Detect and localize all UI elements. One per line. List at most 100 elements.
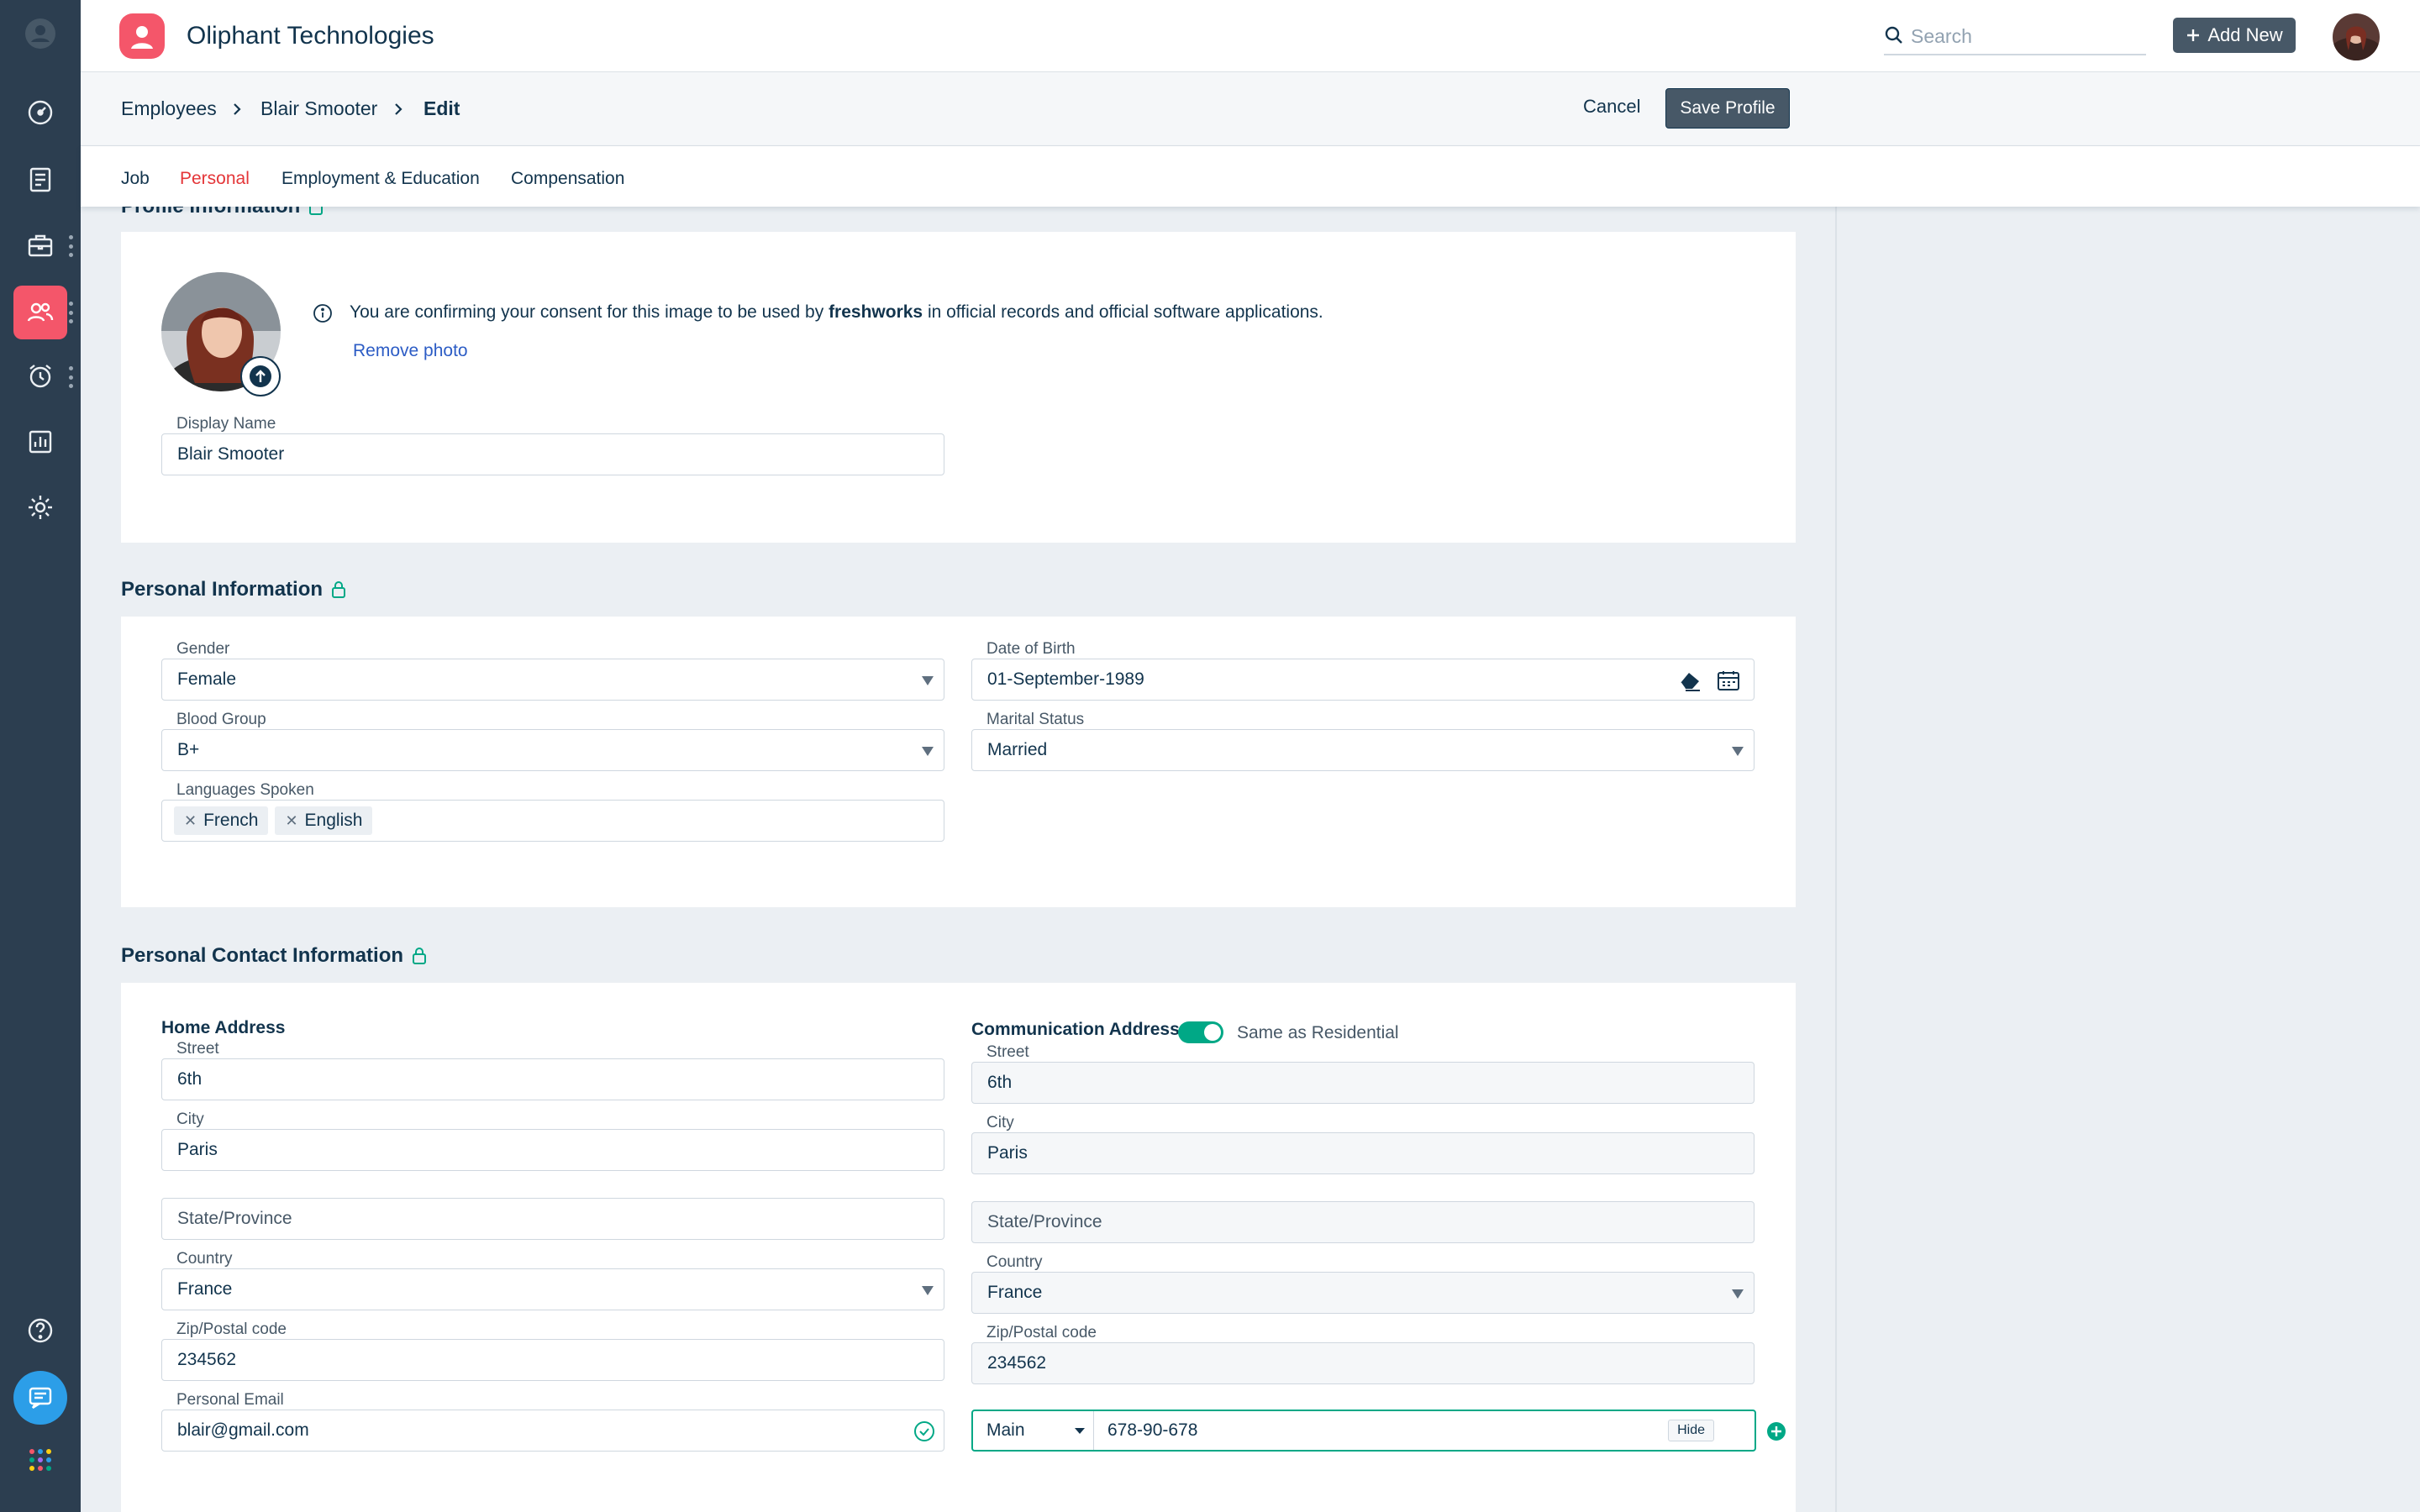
hide-phone-button[interactable]: Hide [1668, 1420, 1714, 1441]
search-box[interactable] [1884, 18, 2146, 55]
plus-icon [2187, 29, 2200, 41]
company-name: Oliphant Technologies [187, 22, 434, 50]
employees-more-icon[interactable] [67, 302, 74, 323]
main-content[interactable]: Profile Information You are confirming y… [81, 207, 1835, 1512]
eraser-icon[interactable] [1678, 669, 1702, 691]
gender-label: Gender [175, 640, 232, 659]
contact-section-title: Personal Contact Information [121, 944, 427, 968]
remove-photo-link[interactable]: Remove photo [353, 341, 468, 361]
search-input[interactable] [1911, 24, 2138, 49]
home-street-input[interactable]: 6th [161, 1058, 944, 1100]
language-chip: ✕ French [174, 806, 269, 835]
tab-job[interactable]: Job [121, 169, 150, 189]
upload-icon [250, 365, 271, 387]
home-country-label: Country [175, 1250, 234, 1268]
user-avatar[interactable] [2333, 13, 2380, 60]
dob-input[interactable]: 01-September-1989 [971, 659, 1754, 701]
home-city-input[interactable]: Paris [161, 1129, 944, 1171]
tab-compensation[interactable]: Compensation [511, 169, 624, 189]
right-panel [1835, 207, 2420, 1512]
search-icon [1885, 26, 1902, 44]
phone-type-select[interactable]: Main [973, 1411, 1094, 1450]
breadcrumb-employee-name[interactable]: Blair Smooter [260, 97, 377, 120]
comm-zip-input[interactable]: 234562 [971, 1342, 1754, 1384]
upload-photo-button[interactable] [240, 356, 281, 396]
settings-gear-icon[interactable] [13, 480, 67, 534]
lock-icon [309, 207, 324, 215]
help-icon[interactable] [13, 1304, 67, 1357]
cancel-button[interactable]: Cancel [1583, 96, 1640, 118]
documents-icon[interactable] [13, 153, 67, 207]
briefcase-more-icon[interactable] [67, 235, 74, 257]
employees-icon[interactable] [13, 286, 67, 339]
gender-select[interactable]: Female [161, 659, 944, 701]
briefcase-icon[interactable] [13, 218, 67, 272]
add-phone-icon[interactable] [1766, 1421, 1786, 1441]
calendar-icon[interactable] [1717, 669, 1740, 691]
same-as-residential-toggle[interactable] [1178, 1021, 1223, 1043]
chat-icon[interactable] [13, 1371, 67, 1425]
display-name-label: Display Name [175, 415, 278, 433]
breadcrumb-current: Edit [424, 97, 460, 119]
info-icon [313, 304, 332, 323]
company-logo-icon[interactable] [119, 13, 165, 59]
profile-section-title: Profile Information [121, 207, 324, 218]
verified-check-icon [914, 1421, 934, 1441]
comm-state-input[interactable]: State/Province [971, 1201, 1754, 1243]
add-new-button[interactable]: Add New [2173, 18, 2296, 53]
alarm-more-icon[interactable] [67, 366, 74, 388]
communication-address-heading: Communication Address [971, 1020, 1180, 1039]
home-zip-input[interactable]: 234562 [161, 1339, 944, 1381]
lock-icon [413, 948, 427, 964]
personal-card: Gender Female Date of Birth 01-September… [121, 617, 1796, 907]
profile-card: You are confirming your consent for this… [121, 232, 1796, 543]
blood-group-select[interactable]: B+ [161, 729, 944, 771]
breadcrumb-employees[interactable]: Employees [121, 97, 217, 120]
languages-label: Languages Spoken [175, 781, 316, 800]
comm-street-label: Street [986, 1043, 1029, 1061]
chevron-right-icon [395, 103, 402, 115]
tab-employment-education[interactable]: Employment & Education [281, 169, 480, 189]
alarm-clock-icon[interactable] [13, 349, 67, 403]
consent-brand: freshworks [829, 302, 923, 322]
dob-label: Date of Birth [985, 640, 1077, 659]
save-profile-button[interactable]: Save Profile [1665, 88, 1790, 129]
marital-status-select[interactable]: Married [971, 729, 1754, 771]
dropdown-arrow-icon [1732, 747, 1744, 756]
dashboard-icon[interactable] [13, 86, 67, 139]
profile-menu-icon[interactable] [18, 7, 62, 60]
home-street-label: Street [175, 1040, 221, 1058]
phone-number-input[interactable]: 678-90-678 [1107, 1420, 1197, 1441]
home-city-label: City [175, 1110, 206, 1129]
comm-city-label: City [986, 1114, 1014, 1131]
comm-country-select[interactable]: France [971, 1272, 1754, 1314]
home-country-select[interactable]: France [161, 1268, 944, 1310]
comm-street-input[interactable]: 6th [971, 1062, 1754, 1104]
chevron-right-icon [234, 103, 241, 115]
phone-field: Main 678-90-678 Hide [971, 1410, 1756, 1452]
remove-chip-icon[interactable]: ✕ [184, 812, 197, 830]
comm-city-input[interactable]: Paris [971, 1132, 1754, 1174]
dropdown-arrow-icon [922, 747, 934, 756]
display-name-input[interactable]: Blair Smooter [161, 433, 944, 475]
same-as-residential-label: Same as Residential [1237, 1023, 1399, 1042]
tab-personal[interactable]: Personal [180, 169, 250, 189]
breadcrumb-bar: Employees Blair Smooter Edit Cancel Save… [81, 72, 2420, 146]
home-address-heading: Home Address [161, 1018, 286, 1037]
top-header: Oliphant Technologies Add New [81, 0, 2420, 72]
comm-zip-label: Zip/Postal code [986, 1324, 1097, 1341]
reports-icon[interactable] [13, 415, 67, 469]
consent-message: You are confirming your consent for this… [350, 302, 1323, 322]
personal-email-input[interactable]: blair@gmail.com [161, 1410, 944, 1452]
home-zip-label: Zip/Postal code [175, 1320, 288, 1339]
language-chip: ✕ English [275, 806, 373, 835]
app-launcher-icon[interactable] [13, 1433, 67, 1487]
marital-status-label: Marital Status [985, 711, 1086, 729]
dropdown-arrow-icon [922, 676, 934, 685]
personal-email-label: Personal Email [175, 1391, 286, 1410]
left-sidebar [0, 0, 81, 1512]
languages-input[interactable]: ✕ French ✕ English [161, 800, 944, 842]
remove-chip-icon[interactable]: ✕ [285, 812, 297, 830]
personal-section-title: Personal Information [121, 578, 346, 601]
home-state-input[interactable]: State/Province [161, 1198, 944, 1240]
